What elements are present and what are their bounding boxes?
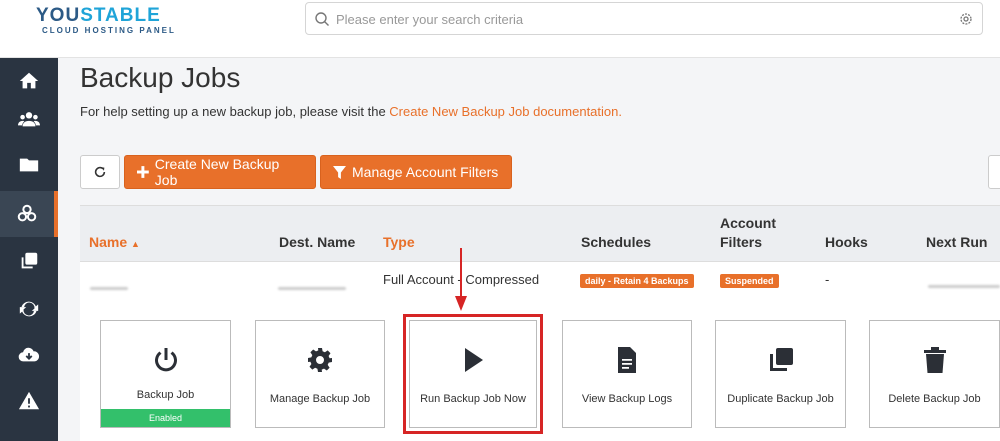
search-input[interactable]	[336, 9, 936, 29]
brand-subtitle: CLOUD HOSTING PANEL	[42, 26, 176, 35]
manage-backup-job-label: Manage Backup Job	[269, 393, 371, 405]
manage-backup-job-card[interactable]: Manage Backup Job	[255, 320, 385, 428]
hooks-value: -	[825, 272, 830, 287]
search-icon	[315, 12, 329, 26]
help-text: For help setting up a new backup job, pl…	[80, 104, 622, 119]
table-header: Name ▲ Dest. Name Type Schedules Account…	[80, 206, 1000, 262]
table-row[interactable]: Full Account - Compressed daily - Retain…	[80, 262, 1000, 306]
sidebar-item-sync[interactable]	[0, 286, 58, 332]
copy-icon	[21, 252, 38, 269]
view-backup-logs-label: View Backup Logs	[581, 393, 673, 405]
search-box	[305, 2, 983, 35]
column-header-type[interactable]: Type	[383, 233, 415, 252]
backup-job-label: Backup Job	[136, 389, 195, 401]
duplicate-backup-job-card[interactable]: Duplicate Backup Job	[715, 320, 846, 428]
sidebar-item-files[interactable]	[0, 142, 58, 188]
brand-logo[interactable]: YOUSTABLE CLOUD HOSTING PANEL	[36, 6, 196, 36]
brand-name: YOUSTABLE	[36, 5, 161, 26]
trash-icon	[923, 347, 946, 373]
sidebar-item-cloud-download[interactable]	[0, 332, 58, 378]
refresh-button[interactable]	[80, 155, 120, 189]
filter-icon	[333, 165, 346, 179]
backup-job-status: Enabled	[101, 409, 230, 427]
cloud-download-icon	[18, 347, 40, 362]
sidebar-item-copy[interactable]	[0, 238, 58, 284]
run-backup-job-now-card[interactable]: Run Backup Job Now	[403, 314, 543, 434]
create-backup-job-button[interactable]: Create New Backup Job	[124, 155, 316, 189]
plus-icon	[137, 166, 149, 178]
top-bar: YOUSTABLE CLOUD HOSTING PANEL	[0, 0, 1000, 58]
redacted-name	[90, 287, 128, 290]
gear-icon[interactable]	[958, 11, 974, 27]
warning-icon	[18, 391, 40, 410]
sidebar-item-warning[interactable]	[0, 378, 58, 424]
manage-account-filters-label: Manage Account Filters	[352, 164, 499, 180]
backup-job-toggle-card[interactable]: Backup Job Enabled	[100, 320, 231, 428]
filter-badge: Suspended	[720, 274, 779, 288]
delete-backup-job-label: Delete Backup Job	[888, 393, 981, 405]
play-icon	[465, 348, 483, 372]
main-content: Backup Jobs For help setting up a new ba…	[58, 58, 1000, 441]
column-header-hooks: Hooks	[825, 234, 868, 250]
sidebar-item-backup[interactable]	[0, 191, 58, 237]
redacted-next-run	[928, 285, 1000, 288]
sync-icon	[19, 301, 39, 317]
documentation-link[interactable]: Create New Backup Job documentation.	[389, 104, 622, 119]
column-header-next-run: Next Run	[926, 234, 988, 250]
copy-icon	[769, 348, 793, 371]
page-title: Backup Jobs	[80, 62, 241, 93]
duplicate-backup-job-label: Duplicate Backup Job	[727, 393, 834, 405]
schedule-badge: daily - Retain 4 Backups	[580, 274, 694, 288]
gear-icon	[308, 348, 332, 372]
annotation-arrow	[455, 248, 467, 311]
view-backup-logs-card[interactable]: View Backup Logs	[562, 320, 692, 428]
column-header-name[interactable]: Name ▲	[89, 233, 140, 254]
toolbar-edge-button[interactable]	[988, 155, 1000, 189]
redacted-dest-name	[278, 287, 346, 290]
folder-icon	[19, 158, 39, 172]
column-header-schedules: Schedules	[581, 234, 652, 250]
power-icon	[154, 348, 177, 372]
file-text-icon	[618, 347, 636, 373]
manage-account-filters-button[interactable]: Manage Account Filters	[320, 155, 512, 189]
users-icon	[18, 112, 40, 127]
refresh-icon	[94, 166, 106, 178]
backup-icon	[17, 204, 37, 222]
column-header-account-filters: Account Filters	[720, 215, 776, 250]
sidebar	[0, 58, 58, 441]
home-icon	[19, 72, 39, 89]
run-backup-job-now-label: Run Backup Job Now	[420, 393, 526, 405]
sort-asc-icon: ▲	[131, 239, 140, 249]
sidebar-item-users[interactable]	[0, 96, 58, 142]
delete-backup-job-card[interactable]: Delete Backup Job	[869, 320, 1000, 428]
column-header-dest-name: Dest. Name	[279, 234, 356, 250]
create-backup-job-label: Create New Backup Job	[154, 156, 280, 188]
